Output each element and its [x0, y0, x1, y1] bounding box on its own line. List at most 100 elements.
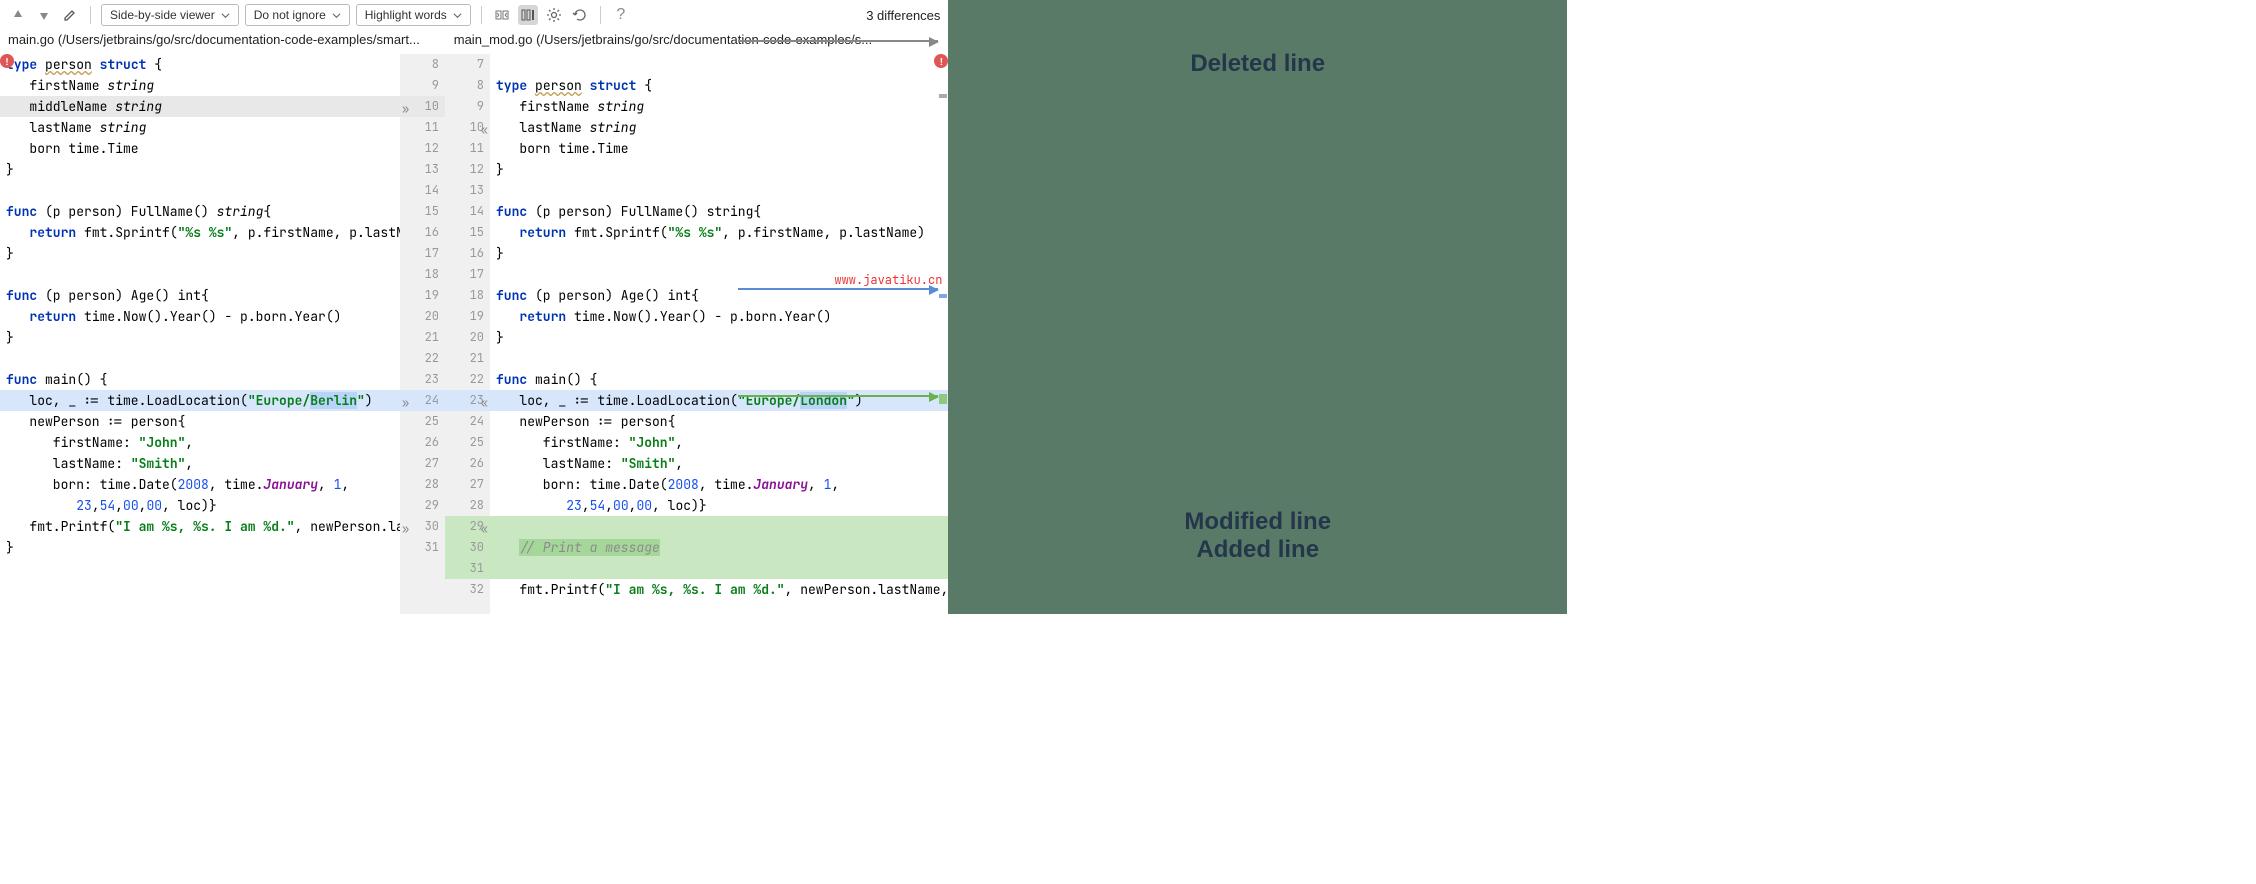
code-line[interactable]: func (p person) FullName() string{	[490, 201, 948, 222]
code-line[interactable]: fmt.Printf("I am %s, %s. I am %d.", newP…	[0, 516, 400, 537]
line-number[interactable]: 27	[400, 453, 445, 474]
code-line[interactable]: func main() {	[0, 369, 400, 390]
code-line[interactable]: loc, _ := time.LoadLocation("Europe/Lond…	[490, 390, 948, 411]
code-line[interactable]: lastName: "Smith",	[490, 453, 948, 474]
code-line[interactable]: lastName string	[490, 117, 948, 138]
code-line[interactable]: type person struct {	[0, 54, 400, 75]
code-line[interactable]: return fmt.Sprintf("%s %s", p.firstName,…	[0, 222, 400, 243]
line-number[interactable]: 8	[445, 75, 490, 96]
code-line[interactable]: loc, _ := time.LoadLocation("Europe/Berl…	[0, 390, 400, 411]
edit-icon[interactable]	[60, 5, 80, 25]
line-number[interactable]: 31	[400, 537, 445, 558]
line-number[interactable]: 16	[445, 243, 490, 264]
gear-icon[interactable]	[544, 5, 564, 25]
refresh-icon[interactable]	[570, 5, 590, 25]
next-diff-icon[interactable]	[34, 5, 54, 25]
code-line[interactable]: func (p person) FullName() string{	[0, 201, 400, 222]
code-line[interactable]: born time.Time	[490, 138, 948, 159]
code-line[interactable]: type person struct {	[490, 75, 948, 96]
code-line[interactable]: func main() {	[490, 369, 948, 390]
line-number[interactable]: 30	[445, 537, 490, 558]
change-marker-deleted[interactable]	[939, 94, 947, 98]
line-number[interactable]: 21	[445, 348, 490, 369]
line-number[interactable]: 26	[445, 453, 490, 474]
code-line[interactable]: newPerson := person{	[490, 411, 948, 432]
code-left-pane[interactable]: type person struct { firstName string mi…	[0, 54, 400, 614]
line-number[interactable]: 23	[400, 369, 445, 390]
code-line[interactable]: 23,54,00,00, loc)}	[0, 495, 400, 516]
line-number[interactable]: 19	[445, 306, 490, 327]
line-number[interactable]: 11	[445, 138, 490, 159]
line-number[interactable]: 15	[445, 222, 490, 243]
line-number[interactable]: 19	[400, 285, 445, 306]
gutter-right[interactable]: 78910«11121314151617181920212223«2425262…	[445, 54, 490, 614]
line-number[interactable]: »30	[400, 516, 445, 537]
line-number[interactable]: 23«	[445, 390, 490, 411]
code-line[interactable]	[490, 180, 948, 201]
code-line[interactable]: firstName: "John",	[0, 432, 400, 453]
help-icon[interactable]: ?	[611, 5, 631, 25]
line-number[interactable]: 12	[400, 138, 445, 159]
code-line[interactable]: firstName string	[490, 96, 948, 117]
line-number[interactable]: 22	[400, 348, 445, 369]
code-line[interactable]	[490, 558, 948, 579]
line-number[interactable]: 29«	[445, 516, 490, 537]
collapse-icon[interactable]	[492, 5, 512, 25]
code-line[interactable]: return time.Now().Year() - p.born.Year()	[0, 306, 400, 327]
code-line[interactable]: }	[0, 327, 400, 348]
code-line[interactable]: }	[0, 243, 400, 264]
code-line[interactable]	[490, 348, 948, 369]
line-number[interactable]: 18	[400, 264, 445, 285]
line-number[interactable]: 18	[445, 285, 490, 306]
code-line[interactable]: return fmt.Sprintf("%s %s", p.firstName,…	[490, 222, 948, 243]
code-line[interactable]: func (p person) Age() int{	[0, 285, 400, 306]
line-number[interactable]: »24	[400, 390, 445, 411]
code-line[interactable]: lastName string	[0, 117, 400, 138]
line-number[interactable]: 21	[400, 327, 445, 348]
line-number[interactable]: 20	[400, 306, 445, 327]
code-line[interactable]: }	[490, 327, 948, 348]
line-number[interactable]: 20	[445, 327, 490, 348]
code-line[interactable]	[0, 180, 400, 201]
code-line[interactable]: return time.Now().Year() - p.born.Year()	[490, 306, 948, 327]
line-number[interactable]: 31	[445, 558, 490, 579]
code-line[interactable]: middleName string	[0, 96, 400, 117]
line-number[interactable]: 7	[445, 54, 490, 75]
line-number[interactable]: 25	[445, 432, 490, 453]
code-line[interactable]: }	[0, 159, 400, 180]
line-number[interactable]: 28	[445, 495, 490, 516]
line-number[interactable]: 25	[400, 411, 445, 432]
code-line[interactable]: fmt.Printf("I am %s, %s. I am %d.", newP…	[490, 579, 948, 600]
code-line[interactable]: 23,54,00,00, loc)}	[490, 495, 948, 516]
ignore-mode-dropdown[interactable]: Do not ignore	[245, 4, 350, 26]
line-number[interactable]: 17	[400, 243, 445, 264]
gutter-left[interactable]: 89»1011121314151617181920212223»24252627…	[400, 54, 445, 614]
line-number[interactable]: 32	[445, 579, 490, 600]
code-line[interactable]: born time.Time	[0, 138, 400, 159]
code-line[interactable]: }	[0, 537, 400, 558]
line-number[interactable]: 29	[400, 495, 445, 516]
code-line[interactable]: lastName: "Smith",	[0, 453, 400, 474]
code-line[interactable]: }	[490, 243, 948, 264]
line-number[interactable]: 27	[445, 474, 490, 495]
line-number[interactable]: 24	[445, 411, 490, 432]
line-number[interactable]: 28	[400, 474, 445, 495]
line-number[interactable]: »10	[400, 96, 445, 117]
code-line[interactable]: firstName: "John",	[490, 432, 948, 453]
code-line[interactable]: born: time.Date(2008, time.January, 1,	[0, 474, 400, 495]
code-line[interactable]	[490, 516, 948, 537]
line-number[interactable]: 16	[400, 222, 445, 243]
line-number[interactable]: 22	[445, 369, 490, 390]
line-number[interactable]: 9	[445, 96, 490, 117]
code-line[interactable]	[0, 264, 400, 285]
code-line[interactable]: newPerson := person{	[0, 411, 400, 432]
line-number[interactable]: 8	[400, 54, 445, 75]
line-number[interactable]: 17	[445, 264, 490, 285]
viewer-mode-dropdown[interactable]: Side-by-side viewer	[101, 4, 239, 26]
code-line[interactable]: // Print a message	[490, 537, 948, 558]
code-line[interactable]	[490, 54, 948, 75]
code-line[interactable]: }	[490, 159, 948, 180]
line-number[interactable]: 11	[400, 117, 445, 138]
prev-diff-icon[interactable]	[8, 5, 28, 25]
code-line[interactable]: firstName string	[0, 75, 400, 96]
